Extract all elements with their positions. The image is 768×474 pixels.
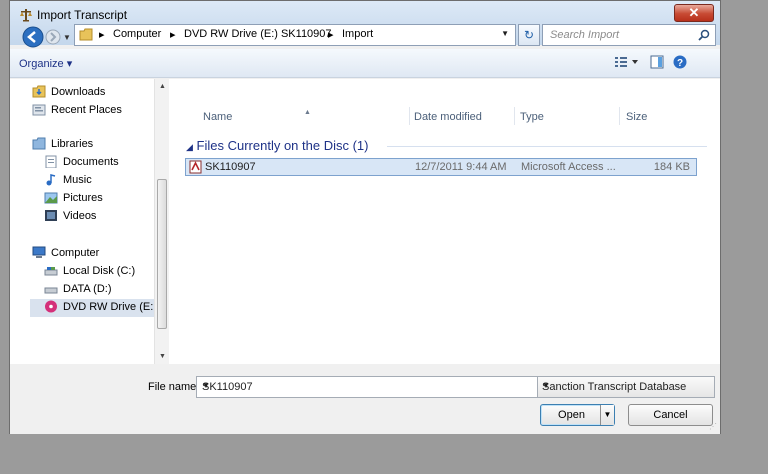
file-type: Microsoft Access ... — [521, 161, 616, 173]
title-bar: Import Transcript ✕ ▼ ▸ Computer ▸ DVD R… — [10, 1, 720, 48]
computer-icon — [32, 246, 46, 258]
filename-label: File name: — [148, 381, 200, 393]
breadcrumb-dvd-drive[interactable]: DVD RW Drive (E:) SK110907 — [184, 28, 332, 40]
import-transcript-dialog: Import Transcript ✕ ▼ ▸ Computer ▸ DVD R… — [9, 0, 721, 434]
nav-item-label: Pictures — [63, 192, 103, 204]
pictures-icon — [44, 192, 58, 204]
nav-item-label: Downloads — [51, 86, 106, 98]
breadcrumb-computer[interactable]: Computer — [113, 28, 161, 40]
column-header-date[interactable]: Date modified — [414, 111, 482, 123]
nav-item-label: Music — [63, 174, 92, 186]
file-list[interactable]: ▲ Name Date modified Type Size ◢ Files C… — [169, 79, 720, 364]
nav-item-label: Libraries — [51, 138, 94, 150]
address-bar[interactable]: ▸ Computer ▸ DVD RW Drive (E:) SK110907 … — [74, 24, 516, 46]
help-icon[interactable]: ? — [673, 55, 687, 69]
cancel-button[interactable]: Cancel — [628, 404, 713, 426]
file-name: SK110907 — [205, 161, 256, 173]
breadcrumb-separator: ▸ — [99, 29, 105, 41]
chevron-down-icon[interactable]: ▼ — [202, 381, 536, 390]
drive-icon — [44, 287, 58, 294]
search-placeholder: Search Import — [550, 29, 620, 41]
back-button[interactable] — [22, 26, 44, 48]
access-file-icon — [189, 160, 202, 174]
filetype-select[interactable]: Sanction Transcript Database ▼ — [537, 376, 715, 398]
recent-places-icon — [32, 104, 46, 116]
cancel-label: Cancel — [653, 409, 688, 421]
refresh-button[interactable]: ↻ — [518, 24, 540, 46]
breadcrumb-separator: ▸ — [328, 29, 334, 41]
downloads-folder-icon — [32, 85, 46, 98]
column-divider[interactable] — [619, 107, 620, 125]
views-icon[interactable] — [614, 55, 640, 69]
dialog-footer: File name: SK110907 ▼ Sanction Transcrip… — [10, 364, 720, 434]
column-divider[interactable] — [409, 107, 410, 125]
breadcrumb-import[interactable]: Import — [342, 28, 373, 40]
scroll-up-icon[interactable]: ▲ — [159, 83, 166, 90]
music-icon — [46, 174, 56, 186]
nav-item-label: Recent Places — [51, 104, 122, 116]
libraries-icon — [32, 137, 46, 150]
command-bar: Organize ▾ ? — [10, 49, 720, 78]
nav-scrollbar[interactable]: ▲ ▼ — [154, 79, 169, 364]
group-label: Files Currently on the Disc (1) — [196, 138, 369, 153]
nav-item-label: DVD RW Drive (E: — [63, 301, 154, 313]
column-header-size[interactable]: Size — [626, 111, 647, 123]
chevron-down-icon[interactable]: ▼ — [542, 381, 709, 390]
organize-menu[interactable]: Organize ▾ — [19, 57, 72, 70]
filename-input[interactable]: SK110907 ▼ — [196, 376, 542, 398]
collapse-arrow-icon[interactable]: ◢ — [186, 142, 193, 152]
nav-item-label: Computer — [51, 247, 100, 259]
group-divider — [387, 146, 707, 147]
nav-item-label: Local Disk (C:) — [63, 265, 136, 277]
drive-icon — [44, 267, 58, 276]
close-button[interactable]: ✕ — [674, 4, 714, 22]
breadcrumb-separator: ▸ — [170, 29, 176, 41]
column-header-name[interactable]: Name — [203, 111, 232, 123]
dvd-drive-icon — [45, 300, 57, 313]
scales-app-icon — [20, 9, 32, 22]
group-header[interactable]: ◢ Files Currently on the Disc (1) — [186, 138, 369, 153]
file-size: 184 KB — [653, 161, 690, 173]
address-dropdown-icon[interactable]: ▼ — [501, 29, 509, 38]
open-button[interactable]: Open ▼ — [540, 404, 615, 426]
scroll-down-icon[interactable]: ▼ — [159, 353, 166, 360]
nav-item-label: DATA (D:) — [63, 283, 112, 295]
navigation-pane[interactable]: Downloads Recent Places Libraries Docume… — [10, 79, 169, 364]
column-header-type[interactable]: Type — [520, 111, 544, 123]
forward-button[interactable] — [45, 29, 61, 45]
videos-icon — [45, 210, 57, 221]
close-icon: ✕ — [688, 5, 700, 20]
documents-icon — [45, 155, 57, 168]
column-divider[interactable] — [514, 107, 515, 125]
open-label: Open — [558, 409, 585, 421]
nav-item-label: Videos — [63, 210, 97, 222]
window-title: Import Transcript — [37, 8, 128, 22]
nav-item-dvd-drive[interactable]: DVD RW Drive (E: — [30, 299, 154, 317]
resize-grip-icon[interactable]: ⋰ — [709, 422, 717, 431]
table-row[interactable]: SK110907 12/7/2011 9:44 AM Microsoft Acc… — [185, 158, 697, 176]
folder-icon — [79, 28, 93, 41]
sort-ascending-icon: ▲ — [304, 109, 311, 116]
search-icon[interactable] — [698, 29, 710, 41]
svg-text:?: ? — [677, 58, 683, 69]
open-options-dropdown[interactable]: ▼ — [600, 405, 614, 425]
preview-pane-icon[interactable] — [650, 55, 664, 69]
scroll-thumb[interactable] — [157, 179, 167, 329]
recent-pages-dropdown[interactable]: ▼ — [63, 33, 71, 42]
file-date: 12/7/2011 9:44 AM — [415, 161, 507, 173]
refresh-icon: ↻ — [523, 28, 535, 42]
nav-item-label: Documents — [63, 156, 119, 168]
search-input[interactable]: Search Import — [542, 24, 716, 46]
